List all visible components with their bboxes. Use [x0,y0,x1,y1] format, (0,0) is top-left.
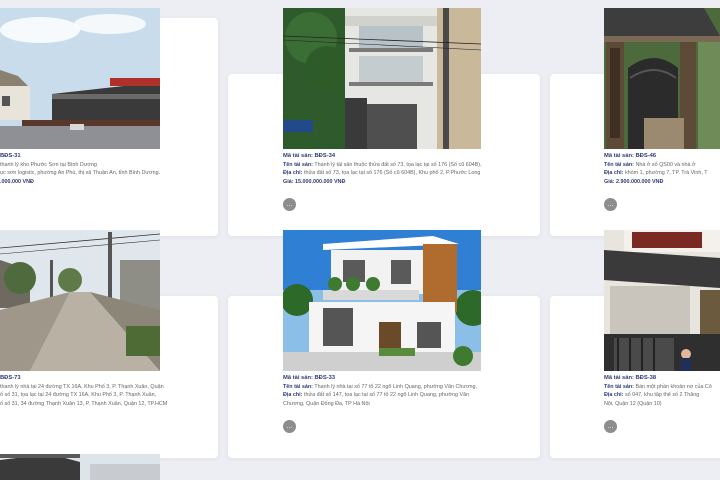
listing-info: Mã tài sản: BĐS-34 Tên tài sản: Thanh lý… [283,152,523,186]
asset-address: khóm 1, phường 7, TP. Trà Vinh, T [624,170,708,177]
ellipsis-circle-icon[interactable]: … [604,198,617,211]
asset-name-label: Tên tài sản: [604,383,634,390]
asset-name: Nhà ở số QS00 và nhà ở [635,161,696,168]
asset-name: Thanh lý nhà tại số 77 tổ 22 ngõ Linh Qu… [314,383,478,390]
asset-code-label: Mã tài sản: [283,153,313,159]
asset-code: BĐS-33 [314,375,336,381]
asset-address-2: ố số 31, 34 đường Thạnh Xuân 13, P. Thạn… [0,400,168,407]
asset-price: 2.900.000.000 VNĐ [615,178,664,185]
asset-address: thửa đất số 73, tọa lạc tại số 176 (Số c… [303,170,481,177]
asset-address: thửa đất số 147, tọa lạc tại số 77 tổ 22… [303,392,470,399]
property-photo[interactable] [604,230,720,371]
asset-code: BĐS-46 [635,153,657,159]
property-photo[interactable] [0,230,160,371]
asset-code-label: Mã tài sản: [283,375,313,381]
asset-code: BĐS-31 [0,153,21,159]
asset-price: Giá: 15.000.000.000 VNĐ [283,178,346,185]
listing-info: Mã tài sản: BĐS-38 Tên tài sản: Bán một … [604,374,720,408]
asset-name: thanh lý nhà tại 24 đường TX 16A, Khu Ph… [0,383,164,390]
asset-name: Thanh lý tài sản thuộc thửa đất số 73, t… [314,161,482,168]
asset-price: .000.000 VNĐ [0,178,34,185]
property-photo[interactable] [283,8,481,149]
asset-name-label: Tên tài sản: [283,161,313,168]
property-photo[interactable] [283,230,481,371]
asset-code-label: Mã tài sản: [604,375,634,381]
property-photo[interactable] [604,8,720,149]
ellipsis-circle-icon[interactable]: … [604,420,617,433]
asset-code: BĐS-34 [314,153,336,159]
asset-price-label: Giá: [604,178,615,185]
listing-info: BĐS-73 thanh lý nhà tại 24 đường TX 16A,… [0,374,180,408]
asset-address-2: Nội, Quận 12 (Quận 10) [604,400,662,407]
asset-address-label: Địa chỉ: [283,170,303,177]
ellipsis-circle-icon[interactable]: … [283,420,296,433]
asset-code: BĐS-73 [0,375,21,381]
property-photo[interactable] [0,454,160,480]
asset-code: BĐS-38 [635,375,657,381]
asset-code-label: Mã tài sản: [604,153,634,159]
asset-address: ố số 31, tọa lạc tại 24 đường TX 16A, Kh… [0,392,157,399]
asset-address-label: Địa chỉ: [604,392,624,399]
listing-info: Mã tài sản: BĐS-46 Tên tài sản: Nhà ở số… [604,152,720,186]
ellipsis-circle-icon[interactable]: … [283,198,296,211]
asset-name-label: Tên tài sản: [604,161,634,168]
asset-name: thanh lý kho Phước Sơn tại Bình Dương [0,161,97,168]
listing-info: BĐS-31 thanh lý kho Phước Sơn tại Bình D… [0,152,180,186]
asset-address-2: Chương, Quận Đống Đa, TP Hà Nội [283,400,370,407]
asset-name-label: Tên tài sản: [283,383,313,390]
listing-info: Mã tài sản: BĐS-33 Tên tài sản: Thanh lý… [283,374,523,408]
property-photo[interactable] [0,8,160,149]
asset-address: số 047, khu tập thể số 2 Thăng [624,392,700,399]
asset-address-label: Địa chỉ: [283,392,303,399]
asset-name: Bán một phần khoản nợ của Cô [635,383,712,390]
asset-address-label: Địa chỉ: [604,170,624,177]
asset-address: ục sơn logistic, phường An Phú, thị xã T… [0,170,161,177]
